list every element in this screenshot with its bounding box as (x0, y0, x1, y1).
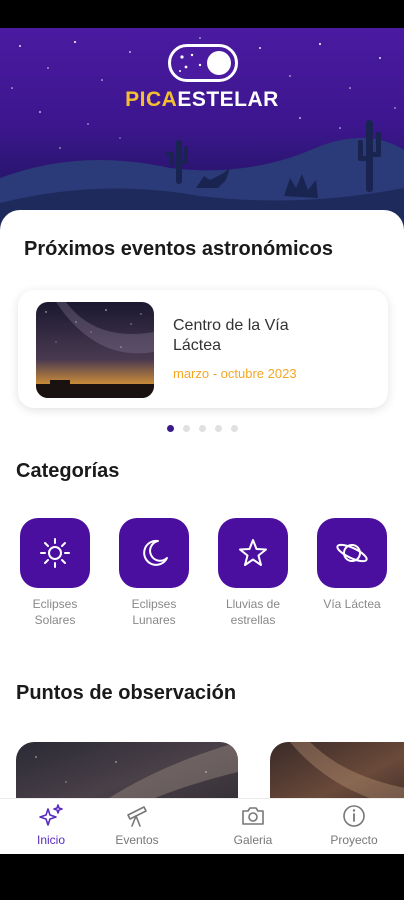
pagination-dot[interactable] (166, 425, 174, 432)
nav-item-proyecto[interactable]: Proyecto (309, 803, 399, 847)
main-content[interactable]: Próximos eventos astronómicos Centro de … (0, 210, 404, 798)
logo-toggle-icon (168, 44, 238, 82)
planet-icon (336, 543, 368, 563)
info-icon (343, 805, 365, 827)
nav-item-inicio[interactable]: Inicio (6, 803, 96, 847)
pagination-dot[interactable] (182, 425, 190, 432)
nav-label: Eventos (115, 833, 159, 847)
event-card[interactable]: Centro de la Vía Láctea marzo - octubre … (18, 290, 388, 408)
event-title: Centro de la Vía Láctea (173, 317, 289, 354)
category-label: Eclipses Lunares (131, 597, 177, 627)
sun-icon (40, 538, 70, 568)
pagination-dot[interactable] (214, 425, 222, 432)
observation-card[interactable] (270, 742, 404, 798)
events-heading: Próximos eventos astronómicos (24, 238, 333, 260)
category-button[interactable] (218, 518, 288, 588)
category-lluvias-de-estrellas[interactable]: Lluvias de estrellas (218, 518, 288, 628)
category-label: Eclipses Solares (32, 597, 78, 627)
category-eclipses-solares[interactable]: Eclipses Solares (20, 518, 90, 628)
carousel-pagination[interactable] (0, 425, 404, 432)
event-date: marzo - octubre 2023 (173, 366, 297, 381)
category-button[interactable] (317, 518, 387, 588)
observation-image (270, 742, 404, 798)
bottom-navigation[interactable]: Inicio Eventos Galeria Proyecto (0, 798, 404, 854)
brand-logo: PICAESTELAR (125, 88, 279, 111)
categories-heading: Categorías (16, 460, 120, 482)
event-image (36, 302, 154, 398)
observation-image (16, 742, 238, 798)
nav-item-eventos[interactable]: Eventos (92, 803, 182, 847)
pagination-dot[interactable] (230, 425, 238, 432)
observation-heading: Puntos de observación (16, 682, 237, 704)
category-eclipses-lunares[interactable]: Eclipses Lunares (119, 518, 189, 628)
pagination-dot[interactable] (198, 425, 206, 432)
category-label: Vía Láctea (323, 597, 381, 611)
status-bar (0, 0, 404, 28)
category-button[interactable] (20, 518, 90, 588)
camera-icon (242, 807, 264, 825)
nav-item-galeria[interactable]: Galeria (208, 803, 298, 847)
category-button[interactable] (119, 518, 189, 588)
observation-card[interactable] (16, 742, 238, 798)
nav-label: Galeria (233, 833, 273, 847)
category-label: Lluvias de estrellas (225, 597, 281, 627)
nav-label: Inicio (36, 833, 65, 847)
nav-label: Proyecto (330, 833, 378, 847)
sparkle-icon (39, 804, 63, 826)
star-icon (239, 539, 267, 566)
system-navigation-bar (0, 854, 404, 900)
moon-icon (143, 539, 168, 566)
category-via-lactea[interactable]: Vía Láctea (317, 518, 387, 612)
telescope-icon (127, 806, 147, 827)
